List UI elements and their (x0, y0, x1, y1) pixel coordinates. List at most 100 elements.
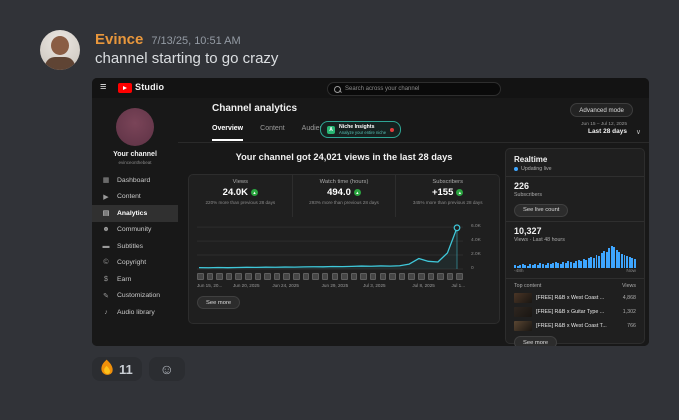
analytics-headline: Your channel got 24,021 views in the las… (188, 152, 500, 162)
timeline-video-thumbnail (245, 273, 252, 280)
views-chart (197, 221, 463, 271)
tab-content[interactable]: Content (260, 125, 285, 141)
chart-y-axis: 6.0K4.0K2.0K0 (471, 221, 497, 271)
timeline-video-thumbnail (418, 273, 425, 280)
avatar-photo (51, 36, 69, 55)
sidebar-item-label: Community (117, 226, 151, 233)
message-text: channel starting to go crazy (95, 50, 278, 67)
sidebar-item-copyright[interactable]: ©Copyright (92, 255, 178, 272)
x-axis-label: Jul 8, 2025 (412, 283, 434, 288)
timeline-video-thumbnail (274, 273, 281, 280)
analytics-icon: ▤ (102, 209, 110, 217)
table-row[interactable]: [FREE] R&B x Guitar Type ...1,302 (514, 307, 636, 317)
x-axis-label: Jul 1... (451, 283, 465, 288)
sidebar-item-content[interactable]: ▶ Content (92, 189, 178, 206)
y-axis-label: 0 (471, 266, 474, 271)
stat-card-watch-time-hours[interactable]: Watch time (hours)494.0▲293% more than p… (292, 175, 396, 217)
timeline-video-thumbnail (283, 273, 290, 280)
timeline-video-thumbnail (456, 273, 463, 280)
sidebar-item-earn[interactable]: $Earn (92, 271, 178, 288)
timeline-video-thumbnail (235, 273, 242, 280)
channel-label: Your channel (92, 151, 178, 158)
stat-value: 24.0K (223, 187, 248, 198)
niche-insights-badge[interactable]: A Niche Insights Analyze your entire nic… (320, 121, 401, 138)
timeline-video-thumbnail (437, 273, 444, 280)
advanced-mode-button[interactable]: Advanced mode (570, 103, 633, 117)
table-row[interactable]: [FREE] R&B x West Coast ...4,868 (514, 293, 636, 303)
timeline-video-thumbnail (351, 273, 358, 280)
sidebar-item-subtitles[interactable]: ▬Subtitles (92, 238, 178, 255)
message-author[interactable]: Evince (95, 31, 143, 48)
table-row[interactable]: [FREE] R&B x West Coast T...766 (514, 321, 636, 331)
dashboard-icon: ▦ (102, 176, 110, 184)
stat-value: 494.0 (327, 187, 351, 198)
divider (506, 176, 644, 177)
tab-overview[interactable]: Overview (212, 125, 243, 141)
chart-x-axis: Jun 15, 20...Jun 20, 2025Jun 24, 2025Jun… (197, 283, 463, 291)
search-input[interactable]: Search across your channel (327, 82, 501, 96)
x-axis-label: Jun 15, 20... (197, 283, 222, 288)
studio-main: Channel analytics Advanced mode Overview… (178, 98, 649, 346)
analytics-card: Views24.0K▲220% more than previous 28 da… (188, 174, 500, 324)
see-live-count-button[interactable]: See live count (514, 204, 568, 217)
sidebar-item-label: Content (117, 193, 141, 200)
content-icon: ▶ (102, 193, 110, 201)
avatar[interactable] (40, 30, 80, 70)
video-views: 766 (627, 323, 636, 329)
sidebar-item-label: Earn (117, 276, 131, 283)
stat-delta: 293% more than previous 28 days (293, 200, 396, 205)
community-icon: ☻ (102, 226, 110, 233)
stat-card-subscribers[interactable]: Subscribers+155▲345% more than previous … (395, 175, 499, 217)
sidebar-item-dashboard[interactable]: ▦ Dashboard (92, 172, 178, 189)
chevron-down-icon[interactable]: ∨ (636, 128, 641, 136)
realtime-see-more-button[interactable]: See more (514, 336, 557, 346)
timeline-video-thumbnail (322, 273, 329, 280)
timeline-video-thumbnail (360, 273, 367, 280)
timeline-video-thumbnail (255, 273, 262, 280)
channel-handle: evinceonthebeat (92, 160, 178, 165)
youtube-logo-icon[interactable] (118, 83, 132, 93)
timeline-video-thumbnail (332, 273, 339, 280)
sidebar-item-label: Dashboard (117, 177, 150, 184)
x-axis-label: Jun 24, 2025 (272, 283, 299, 288)
studio-logo-text[interactable]: Studio (135, 82, 164, 92)
sidebar-item-analytics[interactable]: ▤Analytics (92, 205, 178, 222)
copyright-icon: © (102, 259, 110, 266)
timeline-video-thumbnail (447, 273, 454, 280)
stat-cards-row: Views24.0K▲220% more than previous 28 da… (189, 175, 499, 217)
channel-avatar[interactable] (116, 108, 154, 146)
video-title: [FREE] R&B x Guitar Type ... (536, 309, 619, 315)
trend-up-icon: ▲ (354, 189, 361, 196)
realtime-views-value: 10,327 (514, 226, 636, 236)
reaction-fire[interactable]: 11 (92, 357, 142, 381)
divider (506, 278, 644, 279)
timeline-video-thumbnail (370, 273, 377, 280)
avatar-photo-body (45, 57, 75, 70)
timeline-video-thumbnail (216, 273, 223, 280)
stat-value: +155 (432, 187, 453, 198)
menu-icon[interactable]: ≡ (100, 81, 106, 93)
sidebar-item-customization[interactable]: ✎Customization (92, 288, 178, 305)
x-axis-label: Jun 20, 2025 (233, 283, 260, 288)
sidebar-menu: ▦ Dashboard ▶ Content ▤Analytics ☻ Community ▬S… (92, 172, 178, 321)
date-range-picker[interactable]: Jun 15 – Jul 12, 2025 Last 28 days (581, 122, 627, 135)
message-timestamp: 7/13/25, 10:51 AM (151, 35, 240, 47)
youtube-studio-screenshot[interactable]: ≡ Studio Search across your channel Your… (92, 78, 649, 346)
timeline-video-thumbnail (408, 273, 415, 280)
updating-live-label: Updating live (521, 166, 552, 172)
see-more-button[interactable]: See more (197, 296, 240, 309)
stat-delta: 345% more than previous 28 days (396, 200, 499, 205)
stat-label: Subscribers (396, 179, 499, 185)
realtime-subscribers-value: 226 (514, 181, 636, 191)
stat-card-views[interactable]: Views24.0K▲220% more than previous 28 da… (189, 175, 292, 217)
top-content-list: [FREE] R&B x West Coast ...4,868 [FREE] R… (514, 293, 636, 331)
search-placeholder: Search across your channel (345, 86, 419, 92)
timeline-video-thumbnail (293, 273, 300, 280)
timeline-video-thumbnail (226, 273, 233, 280)
realtime-views-label: Views · Last 48 hours (514, 237, 636, 243)
add-reaction-button[interactable]: ☺ (149, 357, 185, 381)
sidebar-item-audio-library[interactable]: ♪Audio library (92, 304, 178, 321)
date-preset-text: Last 28 days (581, 128, 627, 135)
sidebar-item-community[interactable]: ☻ Community (92, 222, 178, 239)
smiley-icon: ☺ (160, 361, 174, 377)
